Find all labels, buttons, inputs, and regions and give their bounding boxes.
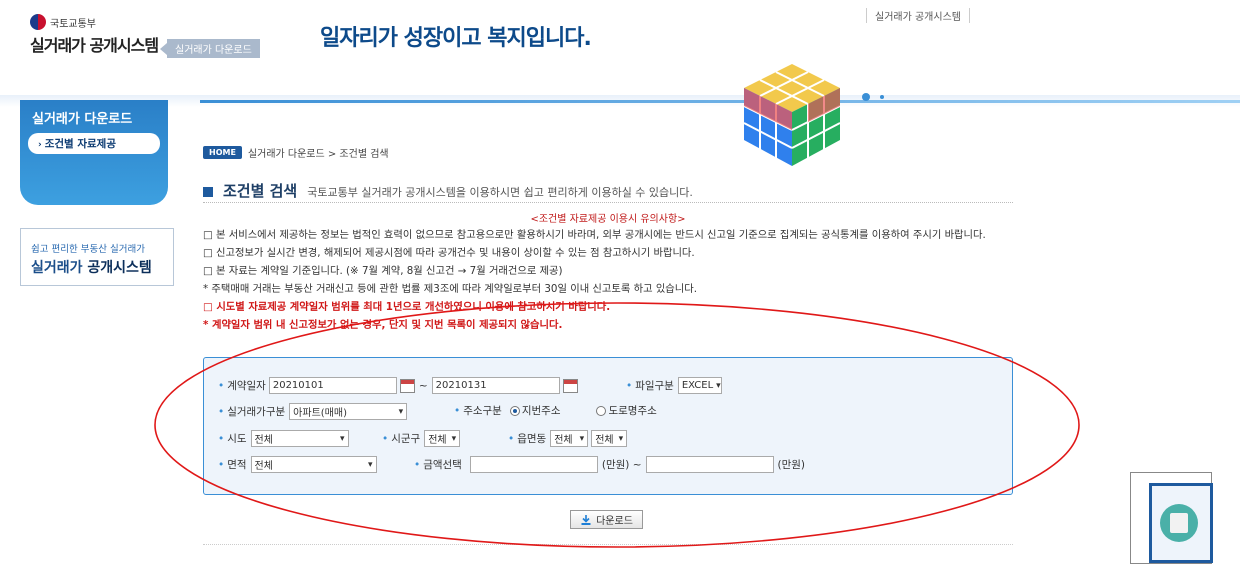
breadcrumb: HOME 실거래가 다운로드 > 조건별 검색 (203, 145, 389, 160)
notice-title: <조건별 자료제공 이용시 유의사항> (530, 214, 686, 225)
notice-item: □ 신고정보가 실시간 변경, 해제되어 제공시점에 따라 공개건수 및 내용이… (203, 247, 695, 259)
promo-title-part1: 실거래가 (31, 260, 88, 276)
home-link[interactable]: HOME (203, 146, 242, 159)
current-menu-tag: 실거래가 다운로드 (160, 39, 260, 58)
ministry-name: 국토교통부 (50, 18, 96, 30)
slogan: 일자리가 성장이고 복지입니다. (320, 26, 592, 51)
page-title: 조건별 검색 (223, 182, 298, 200)
chevron-right-icon: › (38, 140, 42, 150)
decorative-dots-icon (862, 93, 884, 101)
breadcrumb-path: 실거래가 다운로드 > 조건별 검색 (247, 149, 389, 160)
notice-item: □ 본 서비스에서 제공하는 정보는 법적인 효력이 없으므로 참고용으로만 활… (203, 229, 986, 241)
sidebar-item-condition-data[interactable]: › 조건별 자료제공 (28, 133, 160, 154)
floating-calculator-widget[interactable] (1130, 472, 1213, 564)
widget-frame (1149, 483, 1213, 563)
divider (203, 202, 1013, 203)
promo-subtitle: 쉽고 편리한 부동산 실거래가 (31, 244, 145, 255)
notice-item: □ 본 자료는 계약일 기준입니다. (※ 7월 계약, 8월 신고건 → 7월… (203, 265, 563, 277)
sidebar-title: 실거래가 다운로드 (32, 112, 133, 127)
page-description: 국토교통부 실거래가 공개시스템을 이용하시면 쉽고 편리하게 이용하실 수 있… (307, 186, 693, 199)
system-name: 실거래가 공개시스템 (30, 36, 159, 55)
section-header: 조건별 검색 국토교통부 실거래가 공개시스템을 이용하시면 쉽고 편리하게 이… (203, 180, 693, 201)
section-bullet-icon (203, 187, 213, 197)
red-ellipse-annotation (154, 302, 1080, 548)
top-link-system[interactable]: 실거래가 공개시스템 (866, 8, 970, 23)
rubiks-cube-icon (743, 64, 841, 166)
promo-title: 실거래가 공개시스템 (31, 257, 163, 277)
promo-title-part2: 공개시스템 (87, 260, 152, 276)
sidebar: 실거래가 다운로드 › 조건별 자료제공 (20, 100, 168, 205)
site-logo[interactable]: 국토교통부 실거래가 공개시스템 (30, 14, 159, 56)
sidebar-item-label: 조건별 자료제공 (44, 138, 116, 150)
promo-banner[interactable]: 쉽고 편리한 부동산 실거래가 실거래가 공개시스템 (20, 228, 174, 286)
current-menu-label: 실거래가 다운로드 (167, 39, 260, 58)
ministry-line: 국토교통부 (30, 14, 158, 30)
notice-item: * 주택매매 거래는 부동산 거래신고 등에 관한 법률 제3조에 따라 계약일… (203, 283, 697, 295)
banner-line (200, 100, 1240, 103)
page: 국토교통부 실거래가 공개시스템 실거래가 다운로드 일자리가 성장이고 복지입… (0, 0, 1240, 576)
calculator-icon (1160, 504, 1198, 542)
tag-arrow-icon (160, 42, 167, 55)
taeguk-emblem-icon (30, 14, 46, 30)
